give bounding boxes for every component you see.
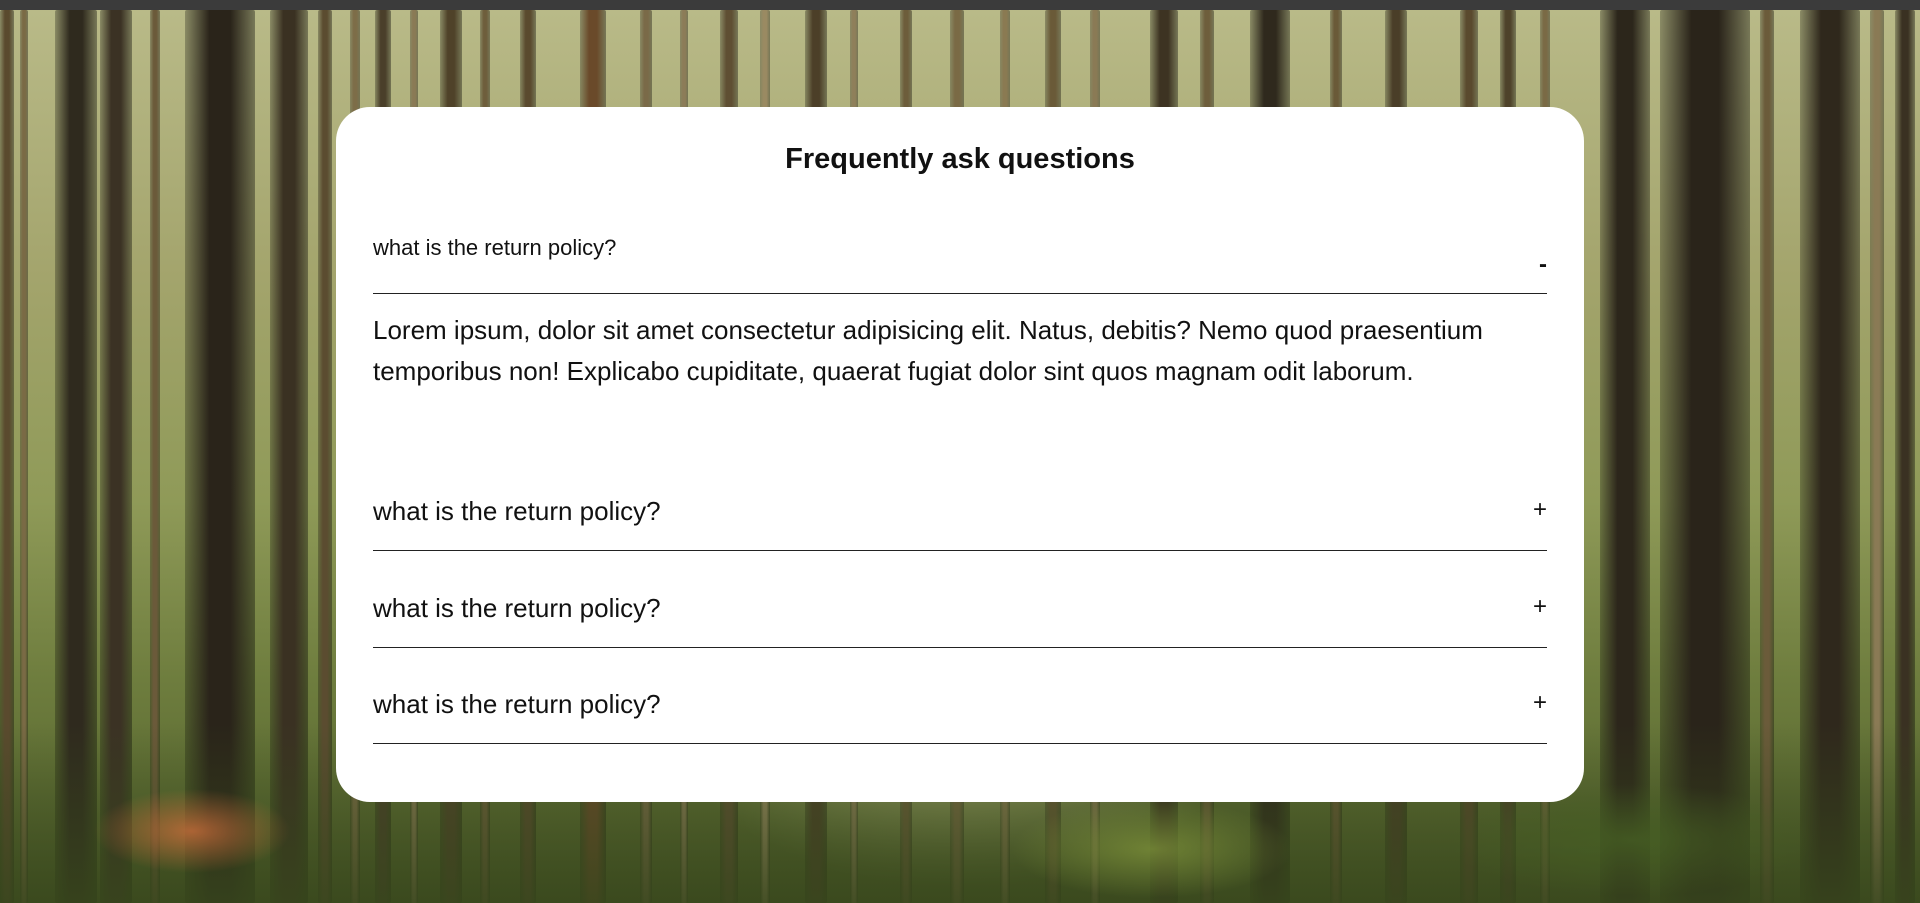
faq-divider-4 <box>373 743 1547 744</box>
browser-top-edge <box>0 0 1920 10</box>
faq-answer-1: Lorem ipsum, dolor sit amet consectetur … <box>373 315 1483 386</box>
page-title: Frequently ask questions <box>785 143 1135 175</box>
collapse-icon[interactable]: - <box>1539 253 1547 277</box>
expand-icon[interactable]: + <box>1533 595 1547 619</box>
faq-question-2[interactable]: what is the return policy? <box>373 496 661 527</box>
faq-question-3[interactable]: what is the return policy? <box>373 593 661 624</box>
faq-divider-1 <box>373 293 1547 294</box>
faq-divider-2 <box>373 550 1547 551</box>
expand-icon[interactable]: + <box>1533 691 1547 715</box>
faq-item-2[interactable]: what is the return policy? + <box>373 496 1547 558</box>
faq-question-4[interactable]: what is the return policy? <box>373 689 661 720</box>
faq-item-3[interactable]: what is the return policy? + <box>373 593 1547 655</box>
faq-item-4[interactable]: what is the return policy? + <box>373 689 1547 751</box>
faq-item-1[interactable]: what is the return policy? - <box>373 235 1547 297</box>
faq-question-1[interactable]: what is the return policy? <box>373 235 616 261</box>
expand-icon[interactable]: + <box>1533 498 1547 522</box>
faq-divider-3 <box>373 647 1547 648</box>
faq-card: Frequently ask questions what is the ret… <box>336 107 1584 802</box>
